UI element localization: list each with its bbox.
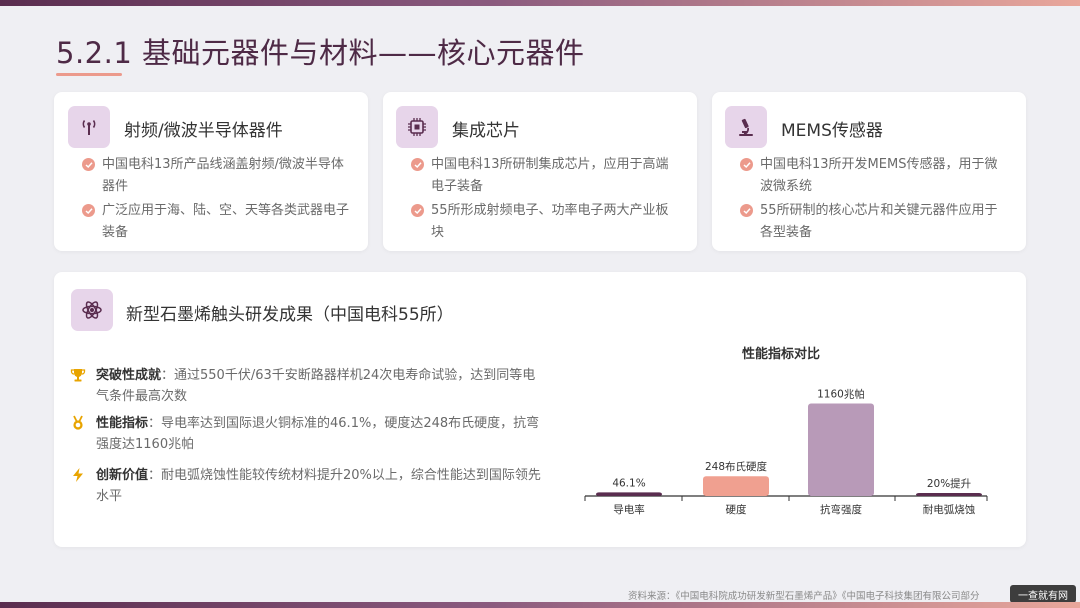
card-title: MEMS传感器 bbox=[781, 121, 883, 141]
source-note: 资料来源：《中国电科院成功研发新型石墨烯产品》《中国电子科技集团有限公司部分 bbox=[628, 591, 980, 602]
check-icon bbox=[411, 158, 424, 171]
watermark: 一查就有网 bbox=[1010, 585, 1076, 603]
feature-breakthrough: 突破性成就：通过550千伏/63千安断路器样机24次电寿命试验，达到同等电气条件… bbox=[70, 365, 546, 407]
check-icon bbox=[740, 204, 753, 217]
title-underline bbox=[56, 73, 122, 76]
list-item: 55所研制的核心芯片和关键元器件应用于各型装备 bbox=[740, 200, 1010, 244]
check-icon bbox=[82, 204, 95, 217]
check-icon bbox=[740, 158, 753, 171]
chip-icon bbox=[396, 106, 438, 148]
performance-bar-chart: 46.1% 导电率 248布氏硬度硬度 1160兆帕抗弯强度 20%提升耐电弧烧蚀 bbox=[584, 387, 988, 516]
category-label-1: 硬度 bbox=[726, 503, 747, 516]
card-mems-sensor: MEMS传感器 中国电科13所开发MEMS传感器，用于微波微系统 55所研制的核… bbox=[712, 92, 1026, 251]
bullet-list: 中国电科13所产品线涵盖射频/微波半导体器件 广泛应用于海、陆、空、天等各类武器… bbox=[82, 154, 352, 244]
lightning-icon bbox=[73, 468, 83, 482]
card-title: 射频/微波半导体器件 bbox=[124, 121, 283, 141]
list-item: 中国电科13所产品线涵盖射频/微波半导体器件 bbox=[82, 154, 352, 198]
feature-innovation: 创新价值：耐电弧烧蚀性能较传统材料提升20%以上，综合性能达到国际领先水平 bbox=[70, 465, 546, 507]
graphene-title: 新型石墨烯触头研发成果（中国电科55所） bbox=[126, 305, 454, 325]
list-item: 55所形成射频电子、功率电子两大产业板块 bbox=[411, 200, 681, 244]
data-label-2: 1160兆帕 bbox=[817, 387, 865, 400]
list-item: 中国电科13所开发MEMS传感器，用于微波微系统 bbox=[740, 154, 1010, 198]
bar-2 bbox=[808, 403, 874, 496]
feature-performance: 性能指标：导电率达到国际退火铜标准的46.1%，硬度达248布氏硬度，抗弯强度达… bbox=[70, 413, 546, 455]
card-title: 集成芯片 bbox=[452, 121, 520, 141]
category-label-0: 导电率 bbox=[613, 503, 645, 516]
category-label-2: 抗弯强度 bbox=[820, 503, 862, 516]
bar-3 bbox=[916, 493, 982, 496]
data-label-1: 248布氏硬度 bbox=[705, 460, 768, 473]
category-label-3: 耐电弧烧蚀 bbox=[923, 503, 976, 516]
microscope-icon bbox=[725, 106, 767, 148]
check-icon bbox=[411, 204, 424, 217]
medal-icon bbox=[73, 415, 83, 430]
antenna-icon bbox=[68, 106, 110, 148]
list-item: 中国电科13所研制集成芯片，应用于高端电子装备 bbox=[411, 154, 681, 198]
top-accent-bar bbox=[0, 0, 1080, 6]
page-title: 5.2.1 基础元器件与材料——核心元器件 bbox=[56, 36, 585, 70]
graphene-card: 新型石墨烯触头研发成果（中国电科55所） 突破性成就：通过550千伏/63千安断… bbox=[54, 272, 1026, 547]
bullet-list: 中国电科13所开发MEMS传感器，用于微波微系统 55所研制的核心芯片和关键元器… bbox=[740, 154, 1010, 244]
bar-0 bbox=[596, 492, 662, 496]
bottom-accent-bar bbox=[0, 602, 1080, 608]
bar-1 bbox=[703, 476, 769, 496]
trophy-icon bbox=[70, 369, 86, 382]
list-item: 广泛应用于海、陆、空、天等各类武器电子装备 bbox=[82, 200, 352, 244]
card-integrated-chip: 集成芯片 中国电科13所研制集成芯片，应用于高端电子装备 55所形成射频电子、功… bbox=[383, 92, 697, 251]
bullet-list: 中国电科13所研制集成芯片，应用于高端电子装备 55所形成射频电子、功率电子两大… bbox=[411, 154, 681, 244]
atom-icon bbox=[71, 289, 113, 331]
check-icon bbox=[82, 158, 95, 171]
data-label-0: 46.1% bbox=[612, 477, 645, 489]
data-label-3: 20%提升 bbox=[927, 478, 971, 490]
card-rf-microwave: 射频/微波半导体器件 中国电科13所产品线涵盖射频/微波半导体器件 广泛应用于海… bbox=[54, 92, 368, 251]
